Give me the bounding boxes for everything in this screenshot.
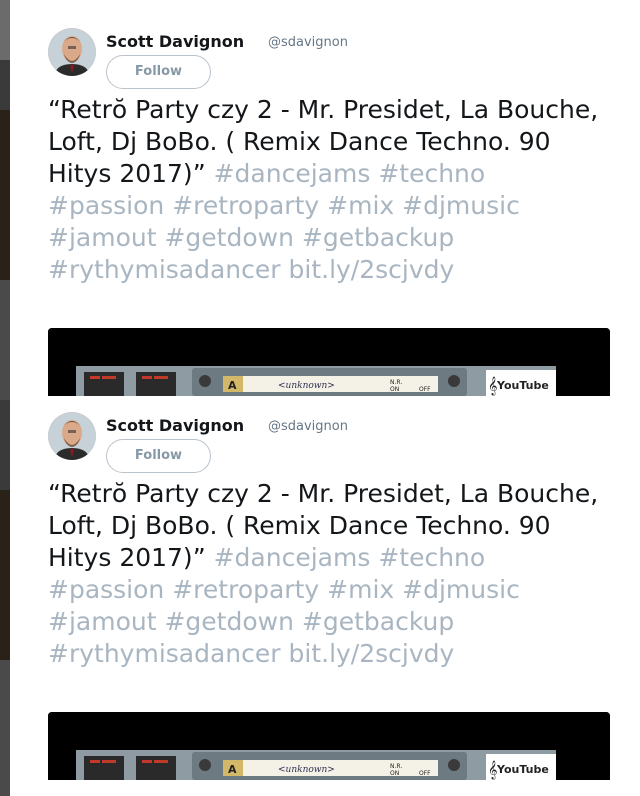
hashtag[interactable]: #rythymisadancer bbox=[48, 639, 281, 668]
hashtag[interactable]: #getbackup bbox=[302, 607, 454, 636]
on-label: ON bbox=[390, 770, 399, 777]
tweet-text: “Retrŏ Party czy 2 - Mr. Presidet, La Bo… bbox=[48, 478, 608, 670]
tweet-link[interactable]: bit.ly/2scjvdy bbox=[289, 639, 455, 668]
hashtag[interactable]: #dancejams bbox=[214, 159, 371, 188]
tweet-card: Scott Davignon @sdavignon Follow “Retrŏ … bbox=[10, 396, 640, 780]
follow-button[interactable]: Follow bbox=[106, 439, 211, 473]
hashtag[interactable]: #getdown bbox=[164, 223, 293, 252]
track-label: <unknown> bbox=[278, 381, 335, 391]
tweet-text: “Retrŏ Party czy 2 - Mr. Presidet, La Bo… bbox=[48, 94, 608, 286]
tweet-link[interactable]: bit.ly/2scjvdy bbox=[289, 255, 455, 284]
video-thumbnail[interactable]: A <unknown> N.R. ON OFF 𝄞 YouTube bbox=[48, 712, 610, 780]
hashtag[interactable]: #passion bbox=[48, 191, 164, 220]
cassette-deck-image: A <unknown> N.R. ON OFF 𝄞 YouTube bbox=[48, 712, 610, 780]
avatar-image bbox=[48, 412, 96, 460]
on-label: ON bbox=[390, 386, 399, 393]
video-thumbnail[interactable]: A <unknown> N.R. ON OFF 𝄞 YouTube bbox=[48, 328, 610, 396]
hashtag[interactable]: #djmusic bbox=[402, 575, 520, 604]
hashtag[interactable]: #jamout bbox=[48, 607, 157, 636]
hashtag[interactable]: #retroparty bbox=[172, 575, 319, 604]
background-window-edge bbox=[0, 0, 10, 796]
tweet-card: Scott Davignon @sdavignon Follow “Retrŏ … bbox=[10, 12, 640, 396]
hashtag[interactable]: #djmusic bbox=[402, 191, 520, 220]
track-label: <unknown> bbox=[278, 765, 335, 775]
cassette-deck-image: A <unknown> N.R. ON OFF 𝄞 YouTube bbox=[48, 328, 610, 396]
hashtag[interactable]: #techno bbox=[378, 543, 485, 572]
hashtag[interactable]: #dancejams bbox=[214, 543, 371, 572]
youtube-logo: YouTube bbox=[496, 379, 549, 392]
hashtag[interactable]: #techno bbox=[378, 159, 485, 188]
deck-label: A bbox=[228, 763, 237, 776]
author-name[interactable]: Scott Davignon bbox=[106, 416, 244, 435]
hashtag[interactable]: #rythymisadancer bbox=[48, 255, 281, 284]
author-handle[interactable]: @sdavignon bbox=[268, 419, 348, 434]
hashtag[interactable]: #mix bbox=[327, 575, 394, 604]
nr-label: N.R. bbox=[390, 379, 402, 386]
deck-label: A bbox=[228, 379, 237, 392]
hashtag[interactable]: #mix bbox=[327, 191, 394, 220]
hashtag[interactable]: #getbackup bbox=[302, 223, 454, 252]
hashtag[interactable]: #passion bbox=[48, 575, 164, 604]
follow-button[interactable]: Follow bbox=[106, 55, 211, 89]
off-label: OFF bbox=[419, 770, 431, 777]
hashtag[interactable]: #getdown bbox=[164, 607, 293, 636]
nr-label: N.R. bbox=[390, 763, 402, 770]
hashtag[interactable]: #jamout bbox=[48, 223, 157, 252]
youtube-logo: YouTube bbox=[496, 763, 549, 776]
off-label: OFF bbox=[419, 386, 431, 393]
author-name[interactable]: Scott Davignon bbox=[106, 32, 244, 51]
author-handle[interactable]: @sdavignon bbox=[268, 35, 348, 50]
avatar[interactable] bbox=[48, 412, 96, 460]
hashtag[interactable]: #retroparty bbox=[172, 191, 319, 220]
avatar-image bbox=[48, 28, 96, 76]
avatar[interactable] bbox=[48, 28, 96, 76]
